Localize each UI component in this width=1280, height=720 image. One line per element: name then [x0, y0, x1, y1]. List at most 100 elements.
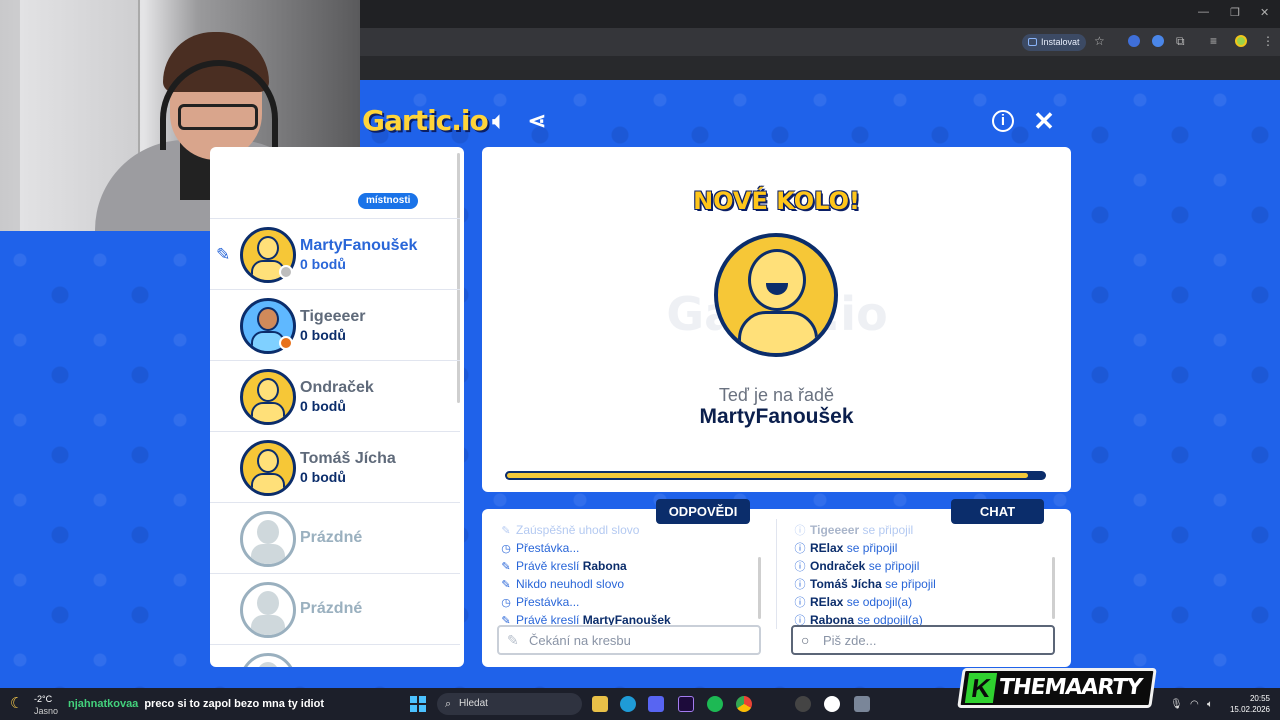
- discord-icon[interactable]: [648, 696, 664, 712]
- chat-list: ⓘ Tigeeeer se připojil ⓘ RElax se připojil…: [794, 521, 936, 629]
- restore-icon[interactable]: ❐: [1230, 6, 1240, 19]
- menu-dots-icon[interactable]: ⋮: [1262, 35, 1274, 47]
- settings-icon[interactable]: [854, 696, 870, 712]
- minimize-icon[interactable]: —: [1198, 6, 1209, 18]
- info-icon[interactable]: i: [992, 110, 1014, 132]
- pencil-icon: ✎: [501, 561, 511, 573]
- bookmarks-bar: [360, 56, 1280, 80]
- answer-input[interactable]: [529, 631, 749, 649]
- premiere-icon[interactable]: [678, 696, 694, 712]
- chat-message: ⓘ RElax se odpojil(a): [794, 593, 936, 611]
- chrome-icon[interactable]: [736, 696, 752, 712]
- game-logo: Gartic.io: [362, 104, 489, 137]
- close-window-icon[interactable]: ✕: [1260, 6, 1269, 19]
- round-progress-fill: [507, 473, 1028, 478]
- answers-scrollbar[interactable]: [758, 557, 761, 619]
- empty-slot: Prázdné: [210, 502, 460, 573]
- round-progress-bar: [505, 471, 1046, 480]
- panel-divider: [776, 519, 777, 629]
- install-button[interactable]: Instalovat: [1022, 34, 1086, 51]
- chat-message: ⓘ RElax se připojil: [794, 539, 936, 557]
- brand-letter: K: [964, 673, 998, 703]
- player-score: 0 bodů: [300, 327, 346, 343]
- tab-chat[interactable]: CHAT: [951, 499, 1044, 524]
- taskbar-search[interactable]: ⌕ Hledat: [437, 693, 582, 715]
- empty-avatar-icon: [240, 511, 296, 567]
- info-icon: ⓘ: [794, 597, 806, 609]
- search-icon: ○: [801, 632, 810, 648]
- answers-list: ✎ Zaúspěšně uhodl slovo ◷ Přestávka... ✎ Pr…: [500, 521, 671, 629]
- info-icon: ⓘ: [794, 561, 806, 573]
- answer-message: ✎ Zaúspěšně uhodl slovo: [500, 521, 671, 539]
- empty-slot: [210, 644, 460, 667]
- turn-label: Teď je na řadě: [718, 385, 835, 405]
- answer-message: ✎ Právě kreslí Rabona: [500, 557, 671, 575]
- pencil-icon: ✎: [501, 525, 511, 537]
- player-row[interactable]: Ondraček 0 bodů: [210, 360, 460, 431]
- player-name: Tomáš Jícha: [300, 450, 396, 467]
- player-avatar: [240, 440, 296, 496]
- chat-message: ⓘ Tigeeeer se připojil: [794, 521, 936, 539]
- clock-icon: ◷: [501, 543, 511, 555]
- turn-player-name: MartyFanoušek: [699, 405, 854, 428]
- chat-message: ⓘ Tomáš Jícha se připojil: [794, 575, 936, 593]
- answer-message: ◷ Přestávka...: [500, 593, 671, 611]
- player-avatar: [240, 369, 296, 425]
- player-status-dot: [279, 336, 293, 350]
- address-bar[interactable]: [360, 28, 1280, 56]
- extension-icon[interactable]: [1152, 35, 1164, 47]
- info-icon: ⓘ: [794, 543, 806, 555]
- close-icon[interactable]: ✕: [1031, 108, 1057, 134]
- share-icon[interactable]: ⋖: [524, 108, 550, 134]
- extension-icon[interactable]: [1128, 35, 1140, 47]
- chat-input-box[interactable]: ○: [791, 625, 1055, 655]
- stream-chat-message: njahnatkovaa preco si to zapol bezo mna t…: [68, 698, 324, 710]
- answer-message: ◷ Přestávka...: [500, 539, 671, 557]
- info-icon: ⓘ: [794, 579, 806, 591]
- pencil-icon: ✎: [501, 579, 511, 591]
- bookmark-star-icon[interactable]: ☆: [1094, 35, 1105, 47]
- player-name: Ondraček: [300, 379, 374, 396]
- wifi-icon[interactable]: ◠: [1190, 699, 1199, 710]
- answer-input-box[interactable]: ✎: [497, 625, 761, 655]
- current-drawer-avatar: [714, 233, 838, 357]
- empty-slot-label: Prázdné: [300, 600, 363, 617]
- stream-chat-text: preco si to zapol bezo mna ty idiot: [144, 698, 324, 710]
- search-icon: ⌕: [445, 698, 452, 710]
- messages-panel: ✎ Zaúspěšně uhodl slovo ◷ Přestávka... ✎ Pr…: [482, 509, 1071, 667]
- stream-chat-user: njahnatkovaa: [68, 698, 139, 710]
- brand-text: THEMAARTY: [997, 675, 1144, 700]
- file-explorer-icon[interactable]: [592, 696, 608, 712]
- spotify-icon[interactable]: [707, 696, 723, 712]
- tab-answers[interactable]: ODPOVĚDI: [656, 499, 750, 524]
- taskbar-clock[interactable]: 20:55 15.02.2026: [1226, 693, 1270, 715]
- chat-input[interactable]: [823, 631, 1043, 649]
- sound-icon[interactable]: 🔈︎: [486, 108, 512, 134]
- volume-icon[interactable]: 🔈︎: [1207, 699, 1213, 710]
- app-icon[interactable]: [824, 696, 840, 712]
- pencil-icon: ✎: [507, 632, 519, 648]
- reading-list-icon[interactable]: ≡: [1210, 35, 1217, 47]
- edge-icon[interactable]: [620, 696, 636, 712]
- clock-date: 15.02.2026: [1229, 705, 1270, 714]
- chat-message: ⓘ Ondraček se připojil: [794, 557, 936, 575]
- windows-start-icon[interactable]: [410, 696, 426, 712]
- chat-scrollbar[interactable]: [1052, 557, 1055, 619]
- obs-icon[interactable]: [795, 696, 811, 712]
- new-round-title: NOVÉ KOLO!: [693, 187, 860, 215]
- room-badge[interactable]: místnosti: [358, 193, 419, 209]
- empty-slot-label: Prázdné: [300, 529, 363, 546]
- moon-icon: ☾: [10, 695, 24, 712]
- player-score: 0 bodů: [300, 256, 346, 272]
- drawing-pencil-icon: ✎: [216, 245, 231, 264]
- extensions-puzzle-icon[interactable]: ⧉: [1176, 35, 1185, 47]
- player-row[interactable]: Tomáš Jícha 0 bodů: [210, 431, 460, 502]
- microphone-icon[interactable]: 🎙︎: [1170, 699, 1183, 710]
- player-row[interactable]: Tigeeeer 0 bodů: [210, 289, 460, 360]
- streamer-brand-logo: K THEMAARTY: [957, 668, 1157, 708]
- player-row[interactable]: ✎ MartyFanoušek 0 bodů: [210, 218, 460, 289]
- profile-avatar-icon[interactable]: [1235, 35, 1247, 47]
- info-icon: ⓘ: [794, 525, 806, 537]
- player-status-dot: [279, 265, 293, 279]
- clock-icon: ◷: [501, 597, 511, 609]
